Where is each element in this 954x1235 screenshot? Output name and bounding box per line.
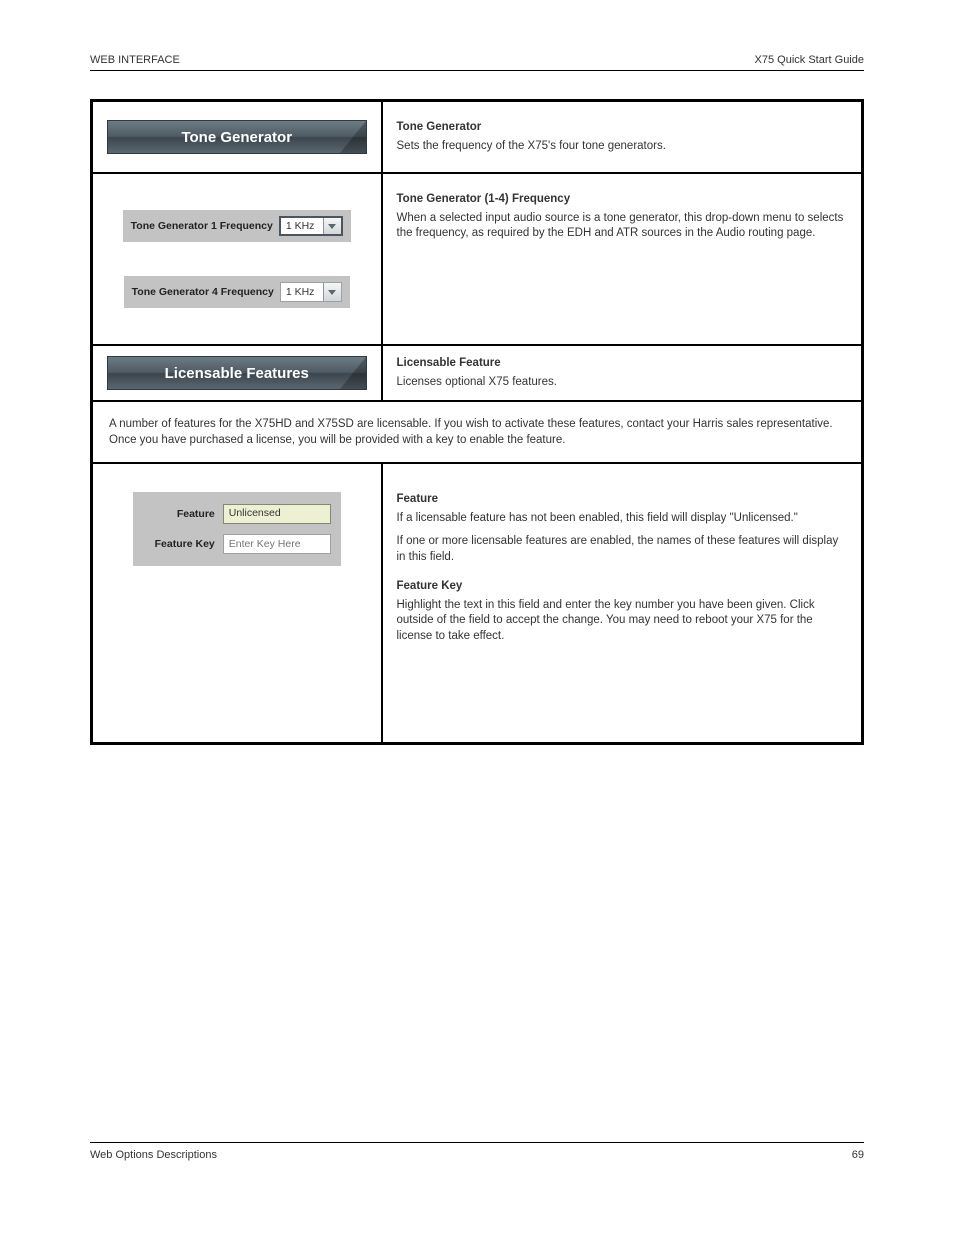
- feature-key-input[interactable]: [223, 534, 331, 554]
- footer-page-number: 69: [852, 1149, 864, 1161]
- tone-freq-body: When a selected input audio source is a …: [397, 211, 846, 242]
- tone-generator-desc-cell: Tone Generator Sets the frequency of the…: [382, 101, 863, 174]
- feature-desc-cell: Feature If a licensable feature has not …: [382, 463, 863, 743]
- banner-label: Tone Generator: [181, 129, 292, 146]
- feature-status-field: Unlicensed: [223, 504, 331, 524]
- page-header: WEB INTERFACE X75 Quick Start Guide: [90, 54, 864, 71]
- licensable-heading: Licensable Feature: [397, 356, 846, 372]
- licensable-intro-text: A number of features for the X75HD and X…: [109, 416, 845, 448]
- chevron-down-icon: [328, 224, 336, 229]
- footer-left: Web Options Descriptions: [90, 1149, 217, 1161]
- tone-generator-banner-cell: Tone Generator: [92, 101, 382, 174]
- feature-controls-cell: Feature Unlicensed Feature Key: [92, 463, 382, 743]
- licensable-body: Licenses optional X75 features.: [397, 375, 846, 391]
- page-footer: Web Options Descriptions 69: [90, 1142, 864, 1161]
- banner-label: Licensable Features: [165, 365, 309, 382]
- feature-key-heading: Feature Key: [397, 579, 846, 595]
- options-table: Tone Generator Tone Generator Sets the f…: [90, 99, 864, 745]
- licensable-features-banner: Licensable Features: [107, 356, 367, 390]
- feature-field-label: Feature: [143, 508, 215, 520]
- tone-controls-cell: Tone Generator 1 Frequency 1 KHz Tone Ge…: [92, 173, 382, 345]
- chevron-down-icon: [328, 290, 336, 295]
- tone-gen-4-group: Tone Generator 4 Frequency 1 KHz: [124, 276, 350, 308]
- tone-gen-1-group: Tone Generator 1 Frequency 1 KHz: [123, 210, 351, 242]
- licensable-desc-cell: Licensable Feature Licenses optional X75…: [382, 345, 863, 401]
- licensable-intro-cell: A number of features for the X75HD and X…: [92, 401, 863, 463]
- tone-gen-4-chevron-btn[interactable]: [323, 283, 341, 301]
- feature-panel: Feature Unlicensed Feature Key: [133, 492, 341, 566]
- tone-generator-banner: Tone Generator: [107, 120, 367, 154]
- tone-gen-1-value: 1 KHz: [281, 218, 323, 234]
- licensable-banner-cell: Licensable Features: [92, 345, 382, 401]
- tone-gen-4-label: Tone Generator 4 Frequency: [132, 286, 274, 298]
- tone-freq-heading: Tone Generator (1-4) Frequency: [397, 192, 846, 208]
- tone-gen-1-label: Tone Generator 1 Frequency: [131, 220, 273, 232]
- tone-gen-4-value: 1 KHz: [281, 283, 323, 301]
- feature-key-body: Highlight the text in this field and ent…: [397, 598, 846, 645]
- tone-gen-1-dropdown[interactable]: 1 KHz: [279, 216, 343, 236]
- tone-generator-body: Sets the frequency of the X75's four ton…: [397, 139, 846, 155]
- header-right: X75 Quick Start Guide: [755, 54, 864, 66]
- feature-key-label: Feature Key: [143, 538, 215, 550]
- feature-heading: Feature: [397, 492, 846, 508]
- tone-generator-heading: Tone Generator: [397, 120, 846, 136]
- header-left: WEB INTERFACE: [90, 54, 180, 66]
- tone-gen-4-dropdown[interactable]: 1 KHz: [280, 282, 342, 302]
- tone-gen-1-chevron-btn[interactable]: [323, 218, 341, 234]
- feature-body-2: If one or more licensable features are e…: [397, 534, 846, 565]
- feature-body-1: If a licensable feature has not been ena…: [397, 511, 846, 527]
- tone-controls-desc-cell: Tone Generator (1-4) Frequency When a se…: [382, 173, 863, 345]
